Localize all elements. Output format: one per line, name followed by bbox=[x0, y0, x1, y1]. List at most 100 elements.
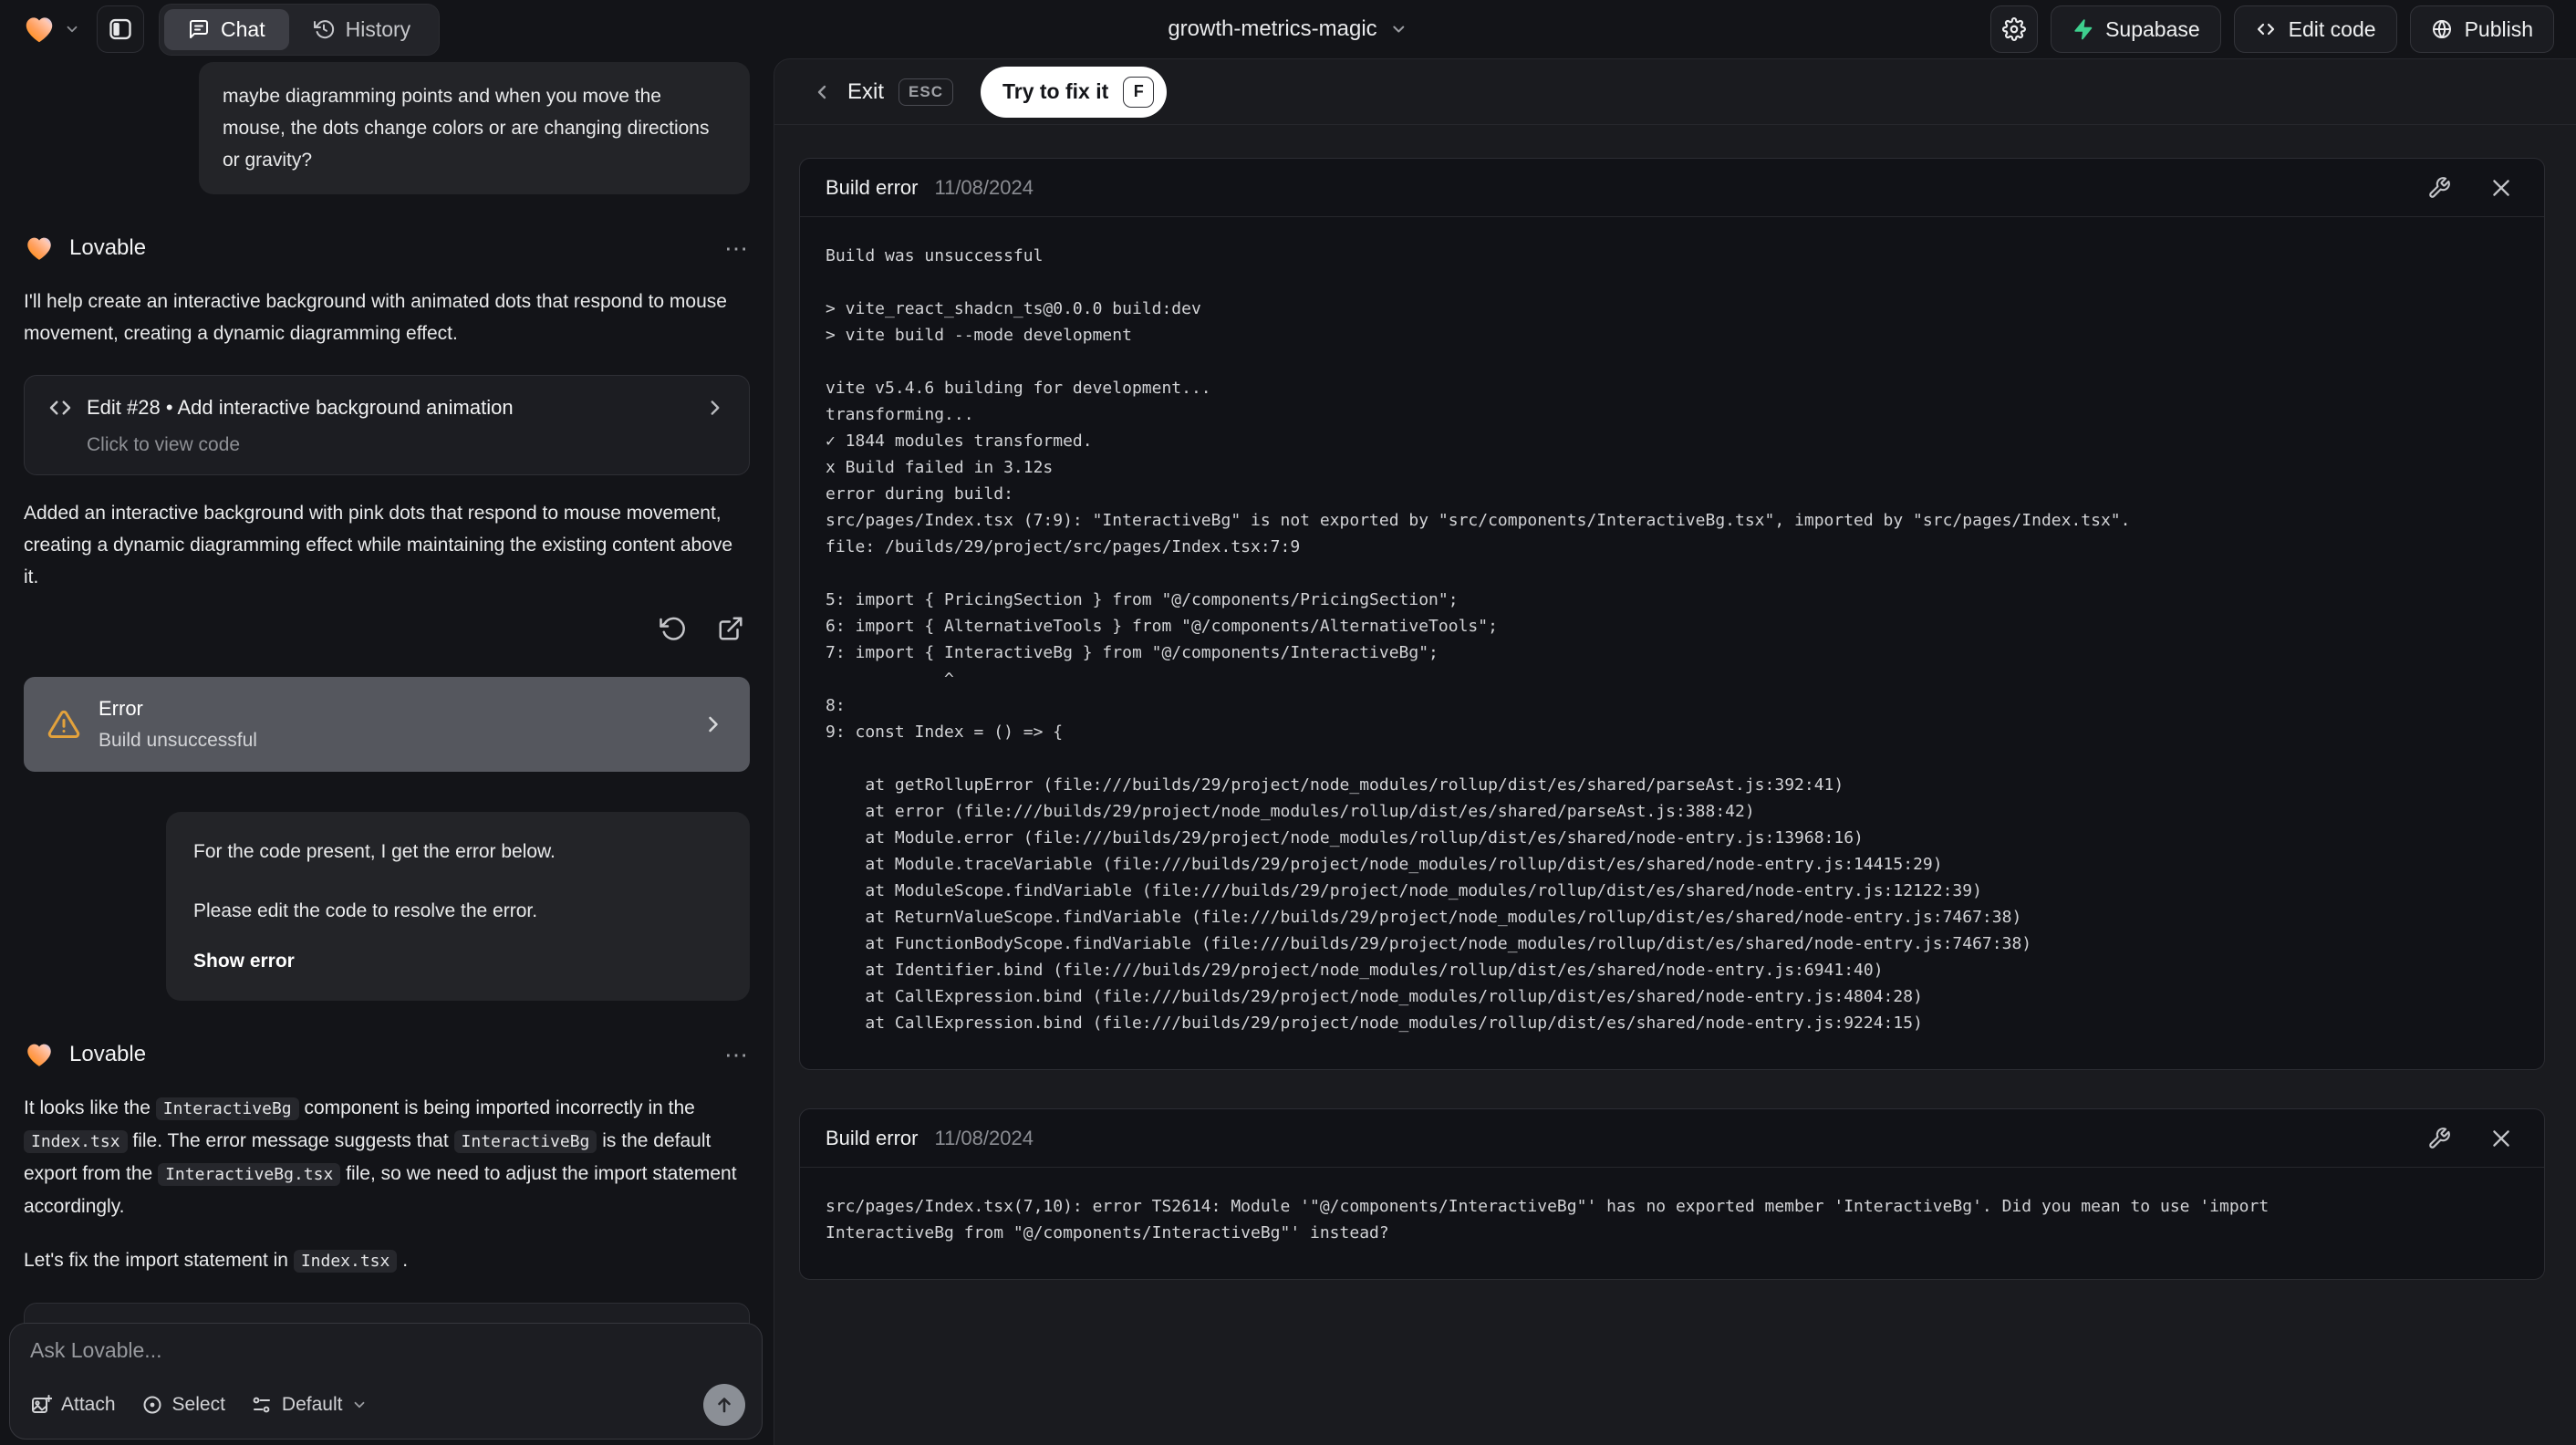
try-to-fix-button[interactable]: Try to fix it F bbox=[980, 66, 1168, 118]
supabase-button[interactable]: Supabase bbox=[2051, 5, 2221, 53]
text-segment: component is being imported incorrectly … bbox=[298, 1097, 695, 1118]
select-label: Select bbox=[171, 1394, 225, 1415]
warning-triangle-icon bbox=[47, 710, 80, 738]
tab-chat[interactable]: Chat bbox=[164, 8, 289, 50]
image-attach-icon bbox=[32, 1395, 52, 1413]
select-button[interactable]: Select bbox=[141, 1394, 225, 1416]
restore-button[interactable] bbox=[653, 609, 691, 648]
error-view-body: Build error 11/08/2024 Build was unsucce… bbox=[774, 125, 2576, 1280]
tab-history[interactable]: History bbox=[289, 9, 435, 50]
more-menu-icon[interactable]: ⋯ bbox=[724, 234, 750, 263]
chevron-left-icon bbox=[817, 85, 826, 99]
user-message: For the code present, I get the error be… bbox=[166, 812, 750, 1001]
chevron-right-icon bbox=[709, 716, 718, 733]
publish-button[interactable]: Publish bbox=[2409, 5, 2554, 53]
build-error-header: Build error 11/08/2024 bbox=[800, 1109, 2544, 1168]
edit-code-label: Edit code bbox=[2288, 16, 2376, 41]
message-actions bbox=[24, 609, 750, 648]
mode-dropdown[interactable]: Default bbox=[251, 1394, 369, 1416]
assistant-name: Lovable bbox=[69, 1042, 147, 1066]
chat-bubble-icon bbox=[190, 20, 208, 38]
error-card-title: Error bbox=[99, 697, 143, 720]
target-icon bbox=[143, 1396, 161, 1414]
external-link-icon bbox=[719, 617, 743, 640]
wrench-icon bbox=[2429, 176, 2450, 198]
gear-icon bbox=[2002, 17, 2027, 41]
close-icon bbox=[2493, 1129, 2509, 1147]
edit-card-28[interactable]: Edit #28 • Add interactive background an… bbox=[24, 375, 750, 475]
build-log: src/pages/Index.tsx(7,10): error TS2614:… bbox=[826, 1197, 2270, 1242]
lovable-logo-menu[interactable] bbox=[22, 12, 80, 47]
text-segment: . bbox=[397, 1250, 409, 1271]
chevron-down-icon bbox=[1393, 26, 1405, 33]
lovable-heart-icon bbox=[27, 1044, 51, 1066]
topbar-actions: Supabase Edit code Publish bbox=[1990, 5, 2554, 53]
esc-shortcut-badge: ESC bbox=[898, 78, 953, 106]
sidebar-toggle-button[interactable] bbox=[97, 5, 144, 53]
inline-code: InteractiveBg bbox=[453, 1130, 597, 1153]
project-name: growth-metrics-magic bbox=[1168, 16, 1377, 41]
error-view-panel: Exit ESC Try to fix it F Build error 11/… bbox=[774, 58, 2576, 1445]
history-icon bbox=[313, 20, 334, 39]
chevron-down-icon bbox=[355, 1401, 365, 1409]
assistant-paragraph: Let's fix the import statement in Index.… bbox=[24, 1244, 750, 1277]
assistant-paragraph: It looks like the InteractiveBg componen… bbox=[24, 1092, 750, 1222]
error-card-subtitle: Build unsuccessful bbox=[99, 730, 257, 751]
error-card[interactable]: Error Build unsuccessful bbox=[24, 677, 750, 772]
build-error-panel-2: Build error 11/08/2024 src/pages/Index.t… bbox=[799, 1108, 2545, 1280]
globe-icon bbox=[2432, 20, 2451, 38]
assistant-header: Lovable ⋯ bbox=[24, 1039, 750, 1070]
attach-button[interactable]: Attach bbox=[30, 1394, 116, 1416]
arrow-up-icon bbox=[718, 1398, 731, 1413]
lovable-heart-icon bbox=[27, 237, 51, 260]
user-message-text: Please edit the code to resolve the erro… bbox=[193, 900, 538, 921]
chevron-right-icon bbox=[711, 400, 720, 415]
attach-label: Attach bbox=[61, 1394, 116, 1415]
project-name-menu[interactable]: growth-metrics-magic bbox=[1168, 16, 1407, 42]
build-log: Build was unsuccessful > vite_react_shad… bbox=[826, 246, 2131, 1033]
chevron-down-icon bbox=[67, 26, 78, 33]
build-error-title: Build error bbox=[826, 175, 919, 199]
send-button[interactable] bbox=[703, 1384, 745, 1426]
assistant-paragraph: I'll help create an interactive backgrou… bbox=[24, 291, 727, 344]
more-menu-icon[interactable]: ⋯ bbox=[724, 1041, 750, 1069]
lovable-heart-icon bbox=[26, 17, 53, 43]
wrench-icon bbox=[2429, 1127, 2450, 1149]
build-error-date: 11/08/2024 bbox=[934, 175, 1034, 199]
topbar: Chat History growth-metrics-magic Supaba… bbox=[0, 0, 2576, 58]
assistant-name: Lovable bbox=[69, 235, 147, 260]
code-icon bbox=[49, 400, 71, 415]
open-preview-button[interactable] bbox=[712, 609, 750, 648]
inline-code: Index.tsx bbox=[24, 1130, 128, 1153]
fix-wrench-button[interactable] bbox=[2422, 1121, 2457, 1156]
edit-card-subtitle: Click to view code bbox=[87, 434, 241, 455]
try-to-fix-label: Try to fix it bbox=[1002, 79, 1109, 103]
build-error-panel-1: Build error 11/08/2024 Build was unsucce… bbox=[799, 158, 2545, 1070]
user-message-text: For the code present, I get the error be… bbox=[193, 841, 556, 862]
composer: Attach Select Default bbox=[9, 1323, 763, 1440]
composer-toolbar: Attach Select Default bbox=[30, 1384, 745, 1426]
code-icon bbox=[2257, 23, 2274, 36]
publish-label: Publish bbox=[2464, 16, 2533, 41]
text-segment: It looks like the bbox=[24, 1097, 156, 1118]
inline-code: InteractiveBg.tsx bbox=[158, 1163, 341, 1186]
chat-panel: maybe diagramming points and when you mo… bbox=[0, 58, 770, 1445]
close-button[interactable] bbox=[2484, 1121, 2519, 1156]
chat-input[interactable] bbox=[30, 1338, 745, 1363]
text-segment: Let's fix the import statement in bbox=[24, 1250, 294, 1271]
show-error-link[interactable]: Show error bbox=[193, 945, 722, 977]
sliders-icon bbox=[253, 1397, 270, 1413]
close-button[interactable] bbox=[2484, 171, 2519, 205]
fix-wrench-button[interactable] bbox=[2422, 171, 2457, 205]
build-error-date: 11/08/2024 bbox=[934, 1126, 1034, 1149]
edit-code-button[interactable]: Edit code bbox=[2233, 5, 2397, 53]
build-error-title: Build error bbox=[826, 1126, 919, 1149]
exit-button[interactable]: Exit ESC bbox=[811, 78, 953, 106]
settings-button[interactable] bbox=[1990, 5, 2039, 53]
edit-card-title: Edit #28 • Add interactive background an… bbox=[87, 396, 514, 419]
supabase-label: Supabase bbox=[2105, 16, 2200, 41]
f-shortcut-badge: F bbox=[1123, 76, 1155, 108]
tab-history-label: History bbox=[345, 16, 411, 41]
assistant-header: Lovable ⋯ bbox=[24, 233, 750, 264]
build-error-header: Build error 11/08/2024 bbox=[800, 159, 2544, 217]
